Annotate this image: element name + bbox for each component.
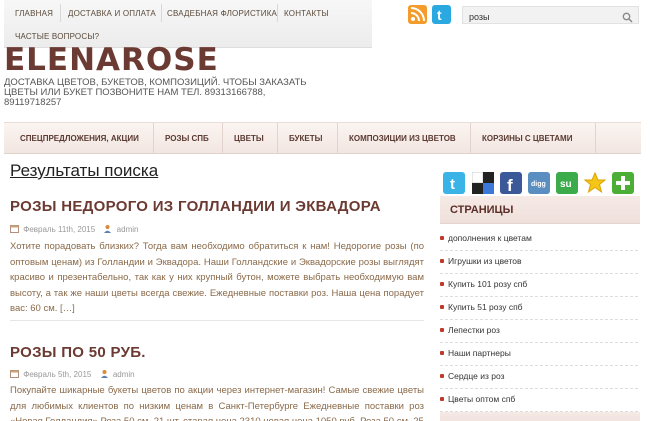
post-excerpt: Хотите порадовать близких? Тогда вам нео…: [10, 241, 424, 315]
sidebar-page-link[interactable]: Цветы оптом спб: [440, 390, 638, 412]
nav-link-delivery[interactable]: ДОСТАВКА И ОПЛАТА: [68, 9, 156, 18]
sidebar-page-link[interactable]: Сердце из роз: [440, 367, 638, 389]
add-plus-icon[interactable]: [612, 172, 634, 194]
site-description: ДОСТАВКА ЦВЕТОВ, БУКЕТОВ, КОМПОЗИЦИЙ. ЧТ…: [4, 77, 307, 108]
sidebar-page-link[interactable]: Наши партнеры: [440, 344, 638, 366]
post-author[interactable]: admin: [117, 225, 139, 234]
menu-item-compositions[interactable]: КОМПОЗИЦИИ ИЗ ЦВЕТОВ: [349, 134, 456, 143]
search-input[interactable]: [463, 9, 613, 25]
bullet-icon: [440, 351, 444, 355]
search-icon[interactable]: [622, 10, 633, 28]
next-widget-header: [440, 412, 640, 421]
menu-item-flowers[interactable]: ЦВЕТЫ: [234, 134, 264, 143]
menu-item-roses-spb[interactable]: РОЗЫ СПБ: [165, 134, 209, 143]
menu-item-bouquets[interactable]: БУКЕТЫ: [289, 134, 322, 143]
stumbleupon-icon[interactable]: su: [556, 172, 578, 194]
svg-text:t: t: [450, 176, 455, 193]
nav-link-wedding-floristry[interactable]: СВАДЕБНАЯ ФЛОРИСТИКА: [167, 9, 277, 18]
calendar-icon: [10, 369, 19, 378]
pages-widget-title: СТРАНИЦЫ: [450, 204, 514, 216]
svg-text:f: f: [507, 176, 513, 194]
menu-divider: [277, 123, 278, 154]
menu-item-specials[interactable]: СПЕЦПРЕДЛОЖЕНИЯ, АКЦИИ: [20, 134, 139, 143]
menu-divider: [337, 123, 338, 154]
sidebar-page-link[interactable]: дополнения к цветам: [440, 229, 638, 251]
nav-divider: [277, 4, 278, 22]
nav-link-home[interactable]: ГЛАВНАЯ: [15, 9, 53, 18]
site-logo[interactable]: ELENAROSE: [4, 42, 219, 78]
user-icon: [100, 369, 109, 378]
nav-link-faq[interactable]: ЧАСТЫЕ ВОПРОСЫ?: [15, 32, 99, 41]
nav-link-contacts[interactable]: КОНТАКТЫ: [284, 9, 329, 18]
rss-icon[interactable]: [408, 5, 427, 24]
top-navigation: ГЛАВНАЯ ДОСТАВКА И ОПЛАТА СВАДЕБНАЯ ФЛОР…: [4, 0, 372, 48]
twitter-icon[interactable]: t: [432, 5, 451, 24]
main-navigation: СПЕЦПРЕДЛОЖЕНИЯ, АКЦИИ РОЗЫ СПБ ЦВЕТЫ БУ…: [4, 122, 641, 154]
digg-icon[interactable]: digg: [528, 172, 550, 194]
search-box: [462, 6, 639, 25]
sidebar-page-link[interactable]: Купить 101 розу спб: [440, 275, 638, 297]
bullet-icon: [440, 305, 444, 309]
menu-item-baskets[interactable]: КОРЗИНЫ С ЦВЕТАМИ: [482, 134, 572, 143]
post-title-link[interactable]: РОЗЫ НЕДОРОГО ИЗ ГОЛЛАНДИИ И ЭКВАДОРА: [10, 198, 381, 215]
search-results-title: Результаты поиска: [10, 161, 159, 180]
post-meta: Февраль 5th, 2015 admin: [10, 369, 135, 379]
post-excerpt: Покупайте шикарные букеты цветов по акци…: [10, 385, 424, 421]
delicious-icon[interactable]: [471, 171, 494, 194]
calendar-icon: [10, 224, 19, 233]
post-author[interactable]: admin: [113, 370, 135, 379]
favorite-star-icon[interactable]: [583, 171, 607, 194]
svg-text:su: su: [560, 179, 572, 190]
post-divider: [10, 320, 424, 321]
bullet-icon: [440, 282, 444, 286]
facebook-icon[interactable]: f: [500, 172, 522, 195]
bullet-icon: [440, 236, 444, 240]
post-date: Февраль 11th, 2015: [23, 225, 96, 234]
menu-divider: [222, 123, 223, 154]
post-meta: Февраль 11th, 2015 admin: [10, 224, 138, 234]
pages-widget-header: СТРАНИЦЫ: [440, 196, 640, 224]
post-date: Февраль 5th, 2015: [23, 370, 92, 379]
bullet-icon: [440, 259, 444, 263]
menu-divider: [153, 123, 154, 154]
bullet-icon: [440, 374, 444, 378]
menu-divider: [595, 123, 596, 154]
bullet-icon: [440, 397, 444, 401]
svg-text:digg: digg: [531, 181, 546, 188]
sidebar-page-link[interactable]: Лепестки роз: [440, 321, 638, 343]
bullet-icon: [440, 328, 444, 332]
twitter-icon[interactable]: t: [443, 172, 465, 194]
menu-divider: [470, 123, 471, 154]
svg-text:t: t: [437, 7, 442, 23]
sidebar-page-link[interactable]: Игрушки из цветов: [440, 252, 638, 274]
nav-divider: [161, 4, 162, 22]
user-icon: [103, 224, 112, 233]
sidebar-page-link[interactable]: Купить 51 розу спб: [440, 298, 638, 320]
nav-divider: [60, 4, 61, 22]
post-title-link[interactable]: РОЗЫ ПО 50 РУБ.: [10, 344, 146, 361]
